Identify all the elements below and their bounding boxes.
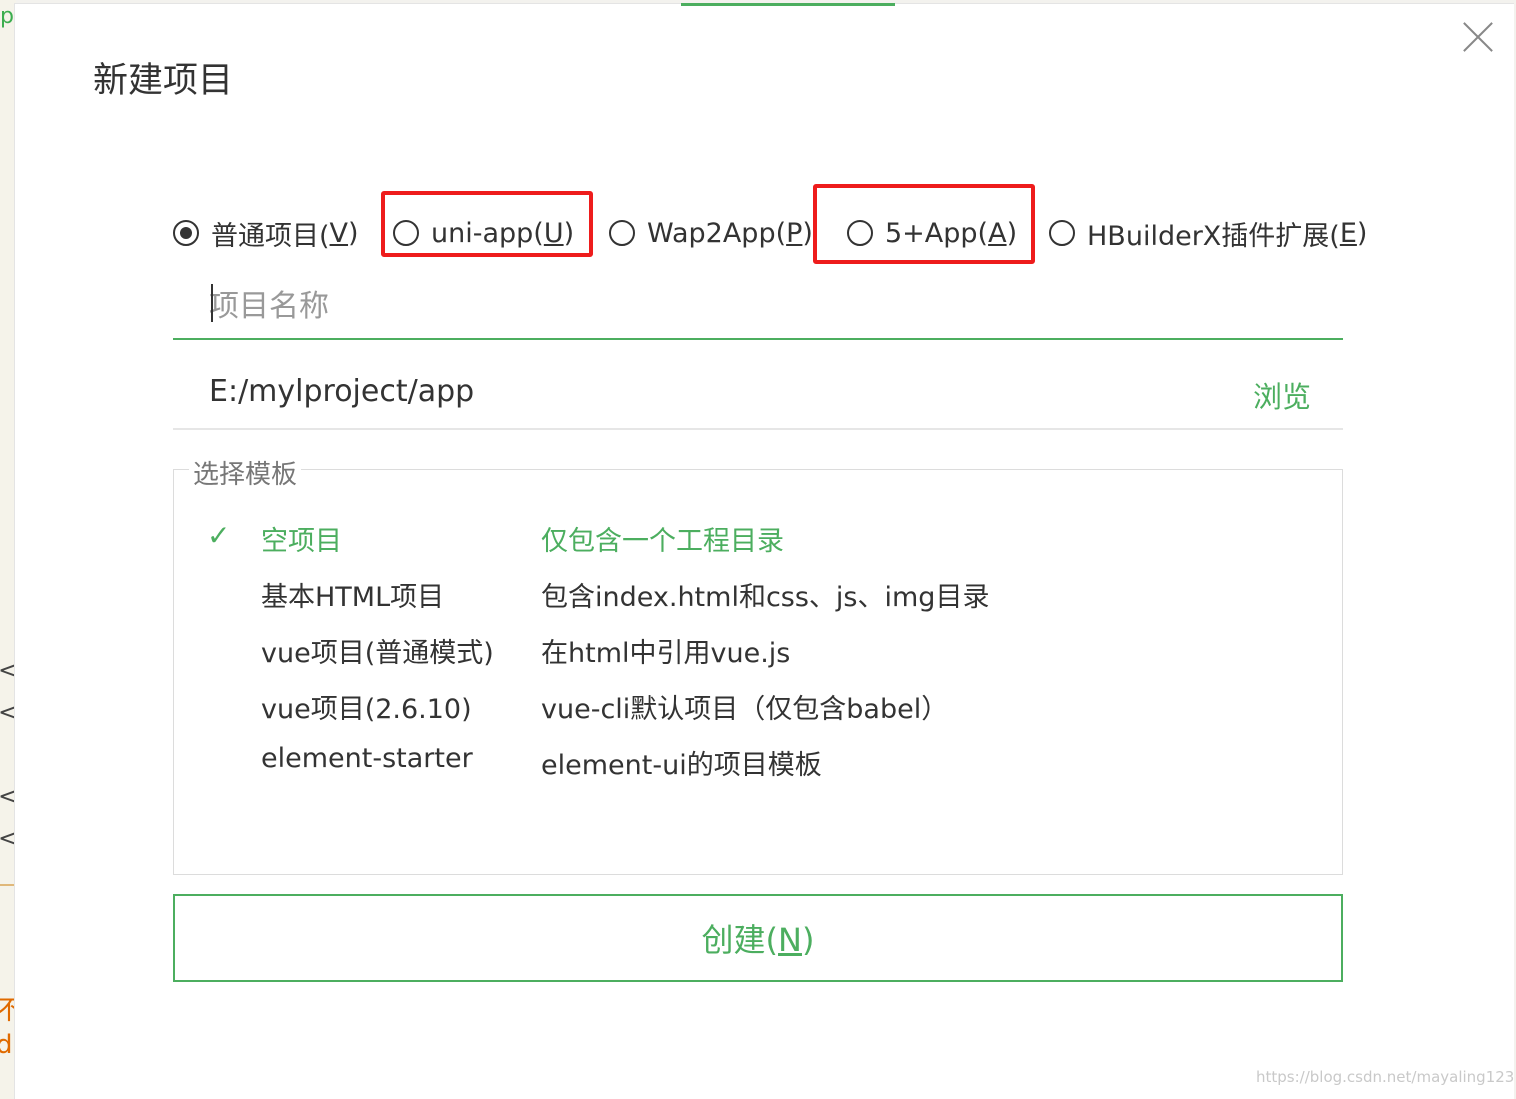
radio-unchecked-icon [609, 220, 635, 246]
watermark: https://blog.csdn.net/mayaling123 [1256, 1068, 1515, 1086]
radio-hbuilderx-plugin[interactable]: HBuilderX插件扩展(E) [1049, 210, 1367, 256]
template-item-element-starter[interactable]: element-starter element-ui的项目模板 [173, 737, 1343, 783]
template-description: vue-cli默认项目（仅包含babel） [541, 694, 949, 725]
highlight-box-uni-app [381, 191, 593, 257]
radio-label-suffix: ) [348, 217, 359, 249]
background-orange-text: d [0, 1030, 13, 1060]
radio-label: 普通项目( [211, 220, 330, 252]
dialog-title: 新建项目 [93, 61, 234, 101]
project-type-group: 普通项目(V) uni-app(U) Wap2App(P) 5+App(A) H… [173, 210, 1373, 256]
template-name: 空项目 [261, 526, 342, 557]
create-button-suffix: ) [801, 921, 815, 959]
template-item-basic-html[interactable]: 基本HTML项目 包含index.html和css、js、img目录 [173, 569, 1343, 615]
template-item-vue-cli[interactable]: vue项目(2.6.10) vue-cli默认项目（仅包含babel） [173, 681, 1343, 727]
template-description: 包含index.html和css、js、img目录 [541, 582, 990, 613]
radio-hotkey: V [329, 217, 349, 249]
radio-wap2app[interactable]: Wap2App(P) [609, 210, 813, 256]
radio-hotkey: P [786, 217, 803, 249]
radio-checked-icon [173, 220, 199, 246]
highlight-box-5plus-app [813, 184, 1035, 264]
radio-normal-project[interactable]: 普通项目(V) [173, 210, 359, 256]
template-item-vue-normal[interactable]: vue项目(普通模式) 在html中引用vue.js [173, 625, 1343, 671]
browse-button[interactable]: 浏览 [1253, 374, 1311, 416]
template-description: 在html中引用vue.js [541, 638, 791, 669]
radio-label: Wap2App( [647, 217, 787, 249]
close-icon[interactable] [1461, 20, 1495, 54]
project-name-input[interactable] [173, 274, 1343, 340]
template-name: vue项目(2.6.10) [261, 694, 472, 725]
create-button-label: 创建( [701, 921, 779, 959]
project-location-path: E:/mylproject/app [209, 374, 475, 409]
template-description: element-ui的项目模板 [541, 750, 822, 781]
template-description: 仅包含一个工程目录 [541, 526, 784, 557]
text-caret [211, 284, 213, 322]
radio-hotkey: E [1339, 217, 1357, 249]
create-button[interactable]: 创建(N) [173, 894, 1343, 982]
create-button-hotkey: N [778, 921, 802, 959]
template-name: 基本HTML项目 [261, 582, 445, 613]
template-name: element-starter [261, 743, 473, 774]
dialog-top-accent [681, 3, 895, 6]
radio-label-suffix: ) [802, 217, 813, 249]
new-project-dialog: 新建项目 普通项目(V) uni-app(U) Wap2App(P) 5+App… [14, 3, 1514, 1099]
template-legend: 选择模板 [189, 454, 302, 491]
radio-label-suffix: ) [1356, 217, 1368, 249]
radio-unchecked-icon [1049, 220, 1075, 246]
check-icon: ✓ [207, 519, 231, 552]
radio-label: HBuilderX插件扩展( [1087, 220, 1340, 252]
template-item-empty[interactable]: ✓ 空项目 仅包含一个工程目录 [173, 513, 1343, 559]
project-location-field[interactable]: E:/mylproject/app 浏览 [173, 364, 1343, 430]
template-name: vue项目(普通模式) [261, 638, 494, 669]
